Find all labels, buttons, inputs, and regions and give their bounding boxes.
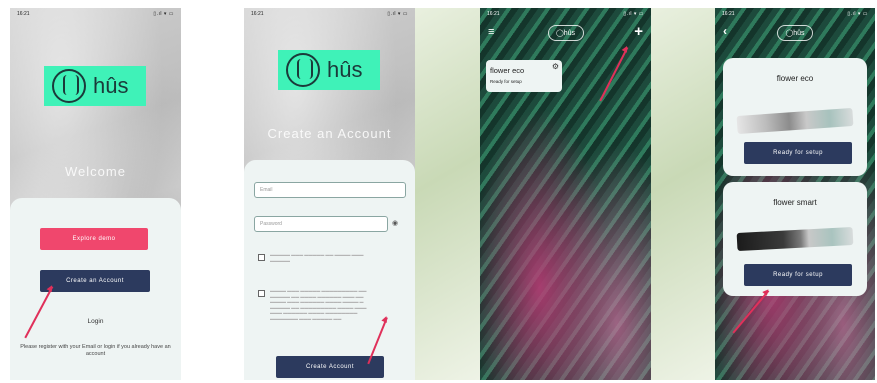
status-time: 16:21 — [487, 11, 500, 17]
terms-checkbox[interactable] — [258, 254, 265, 261]
hus-logo: hûs — [44, 66, 146, 106]
app-top-bar: ≡ ◯hûs + — [480, 22, 651, 44]
device-card-flower-smart: flower smart Ready for setup — [723, 182, 867, 296]
hus-mini-logo: ◯hûs — [777, 25, 813, 41]
hamburger-menu-icon[interactable]: ≡ — [488, 26, 494, 38]
create-account-title: Create an Account — [267, 126, 392, 141]
register-help-text: Please register with your Email or login… — [20, 344, 171, 357]
status-icons: ▯.ıl ▾ ▭ — [153, 11, 174, 17]
status-time: 16:21 — [251, 11, 264, 17]
device-status: Ready for setup — [490, 79, 522, 84]
hus-mini-logo: ◯hûs — [547, 25, 584, 41]
privacy-checkbox[interactable] — [258, 290, 265, 297]
flower-eco-sensor-image — [736, 107, 854, 135]
ready-for-setup-button-eco[interactable]: Ready for setup — [744, 142, 852, 164]
gear-icon[interactable]: ⚙ — [552, 62, 559, 71]
card-title: flower eco — [776, 74, 814, 83]
device-tile-flower-eco[interactable]: flower eco Ready for setup ⚙ — [486, 60, 562, 92]
flower-smart-sensor-image — [736, 226, 854, 252]
email-field[interactable]: Email — [254, 182, 406, 198]
status-bar: 16:21 ▯.ıl ▾ ▭ — [10, 8, 181, 22]
status-bar: 16:21 ▯.ıl ▾ ▭ — [715, 8, 875, 22]
status-icons: ▯.ıl ▾ ▭ — [387, 11, 408, 17]
register-form-sheet: Email Password ◉ ▬▬▬▬▬ ▬▬▬ ▬▬▬▬▬ ▬▬ ▬▬▬▬… — [244, 160, 415, 380]
plant-hand-icon — [286, 53, 320, 87]
leaf-background-right — [651, 8, 715, 380]
logo-text: hûs — [327, 57, 363, 82]
device-card-flower-eco: flower eco Ready for setup — [723, 58, 867, 176]
back-arrow-icon[interactable]: ‹ — [723, 24, 727, 38]
terms-consent-text: ▬▬▬▬▬ ▬▬▬ ▬▬▬▬▬ ▬▬ ▬▬▬▬ ▬▬▬ ▬▬▬▬▬ — [270, 252, 364, 263]
welcome-sheet: Explore demo Create an Account Login Ple… — [10, 198, 181, 380]
ready-for-setup-button-smart[interactable]: Ready for setup — [744, 264, 852, 286]
leaf-background-left — [415, 8, 480, 380]
password-field[interactable]: Password — [254, 216, 388, 232]
welcome-screen: 16:21 ▯.ıl ▾ ▭ hûs Welcome Explore demo … — [10, 8, 181, 380]
card-title: flower smart — [773, 198, 817, 207]
device-name: flower eco — [490, 66, 525, 75]
hus-logo: hûs — [278, 50, 380, 90]
status-icons: ▯.ıl ▾ ▭ — [623, 11, 644, 17]
create-account-screen: 16:21 ▯.ıl ▾ ▭ hûs Create an Account Ema… — [244, 8, 415, 380]
explore-demo-button[interactable]: Explore demo — [40, 228, 148, 250]
welcome-title: Welcome — [65, 164, 126, 179]
devices-screen: 16:21 ▯.ıl ▾ ▭ ≡ ◯hûs + flower eco Ready… — [480, 8, 651, 380]
status-bar: 16:21 ▯.ıl ▾ ▭ — [244, 8, 415, 22]
status-time: 16:21 — [17, 11, 30, 17]
status-bar: 16:21 ▯.ıl ▾ ▭ — [480, 8, 651, 22]
status-icons: ▯.ıl ▾ ▭ — [847, 11, 868, 17]
plant-hand-icon — [52, 69, 86, 103]
app-top-bar: ‹ ◯hûs — [715, 22, 875, 44]
show-password-icon[interactable]: ◉ — [392, 219, 398, 227]
logo-text: hûs — [93, 73, 129, 98]
add-device-icon[interactable]: + — [634, 23, 643, 40]
status-time: 16:21 — [722, 11, 735, 17]
create-account-button[interactable]: Create an Account — [40, 270, 150, 292]
